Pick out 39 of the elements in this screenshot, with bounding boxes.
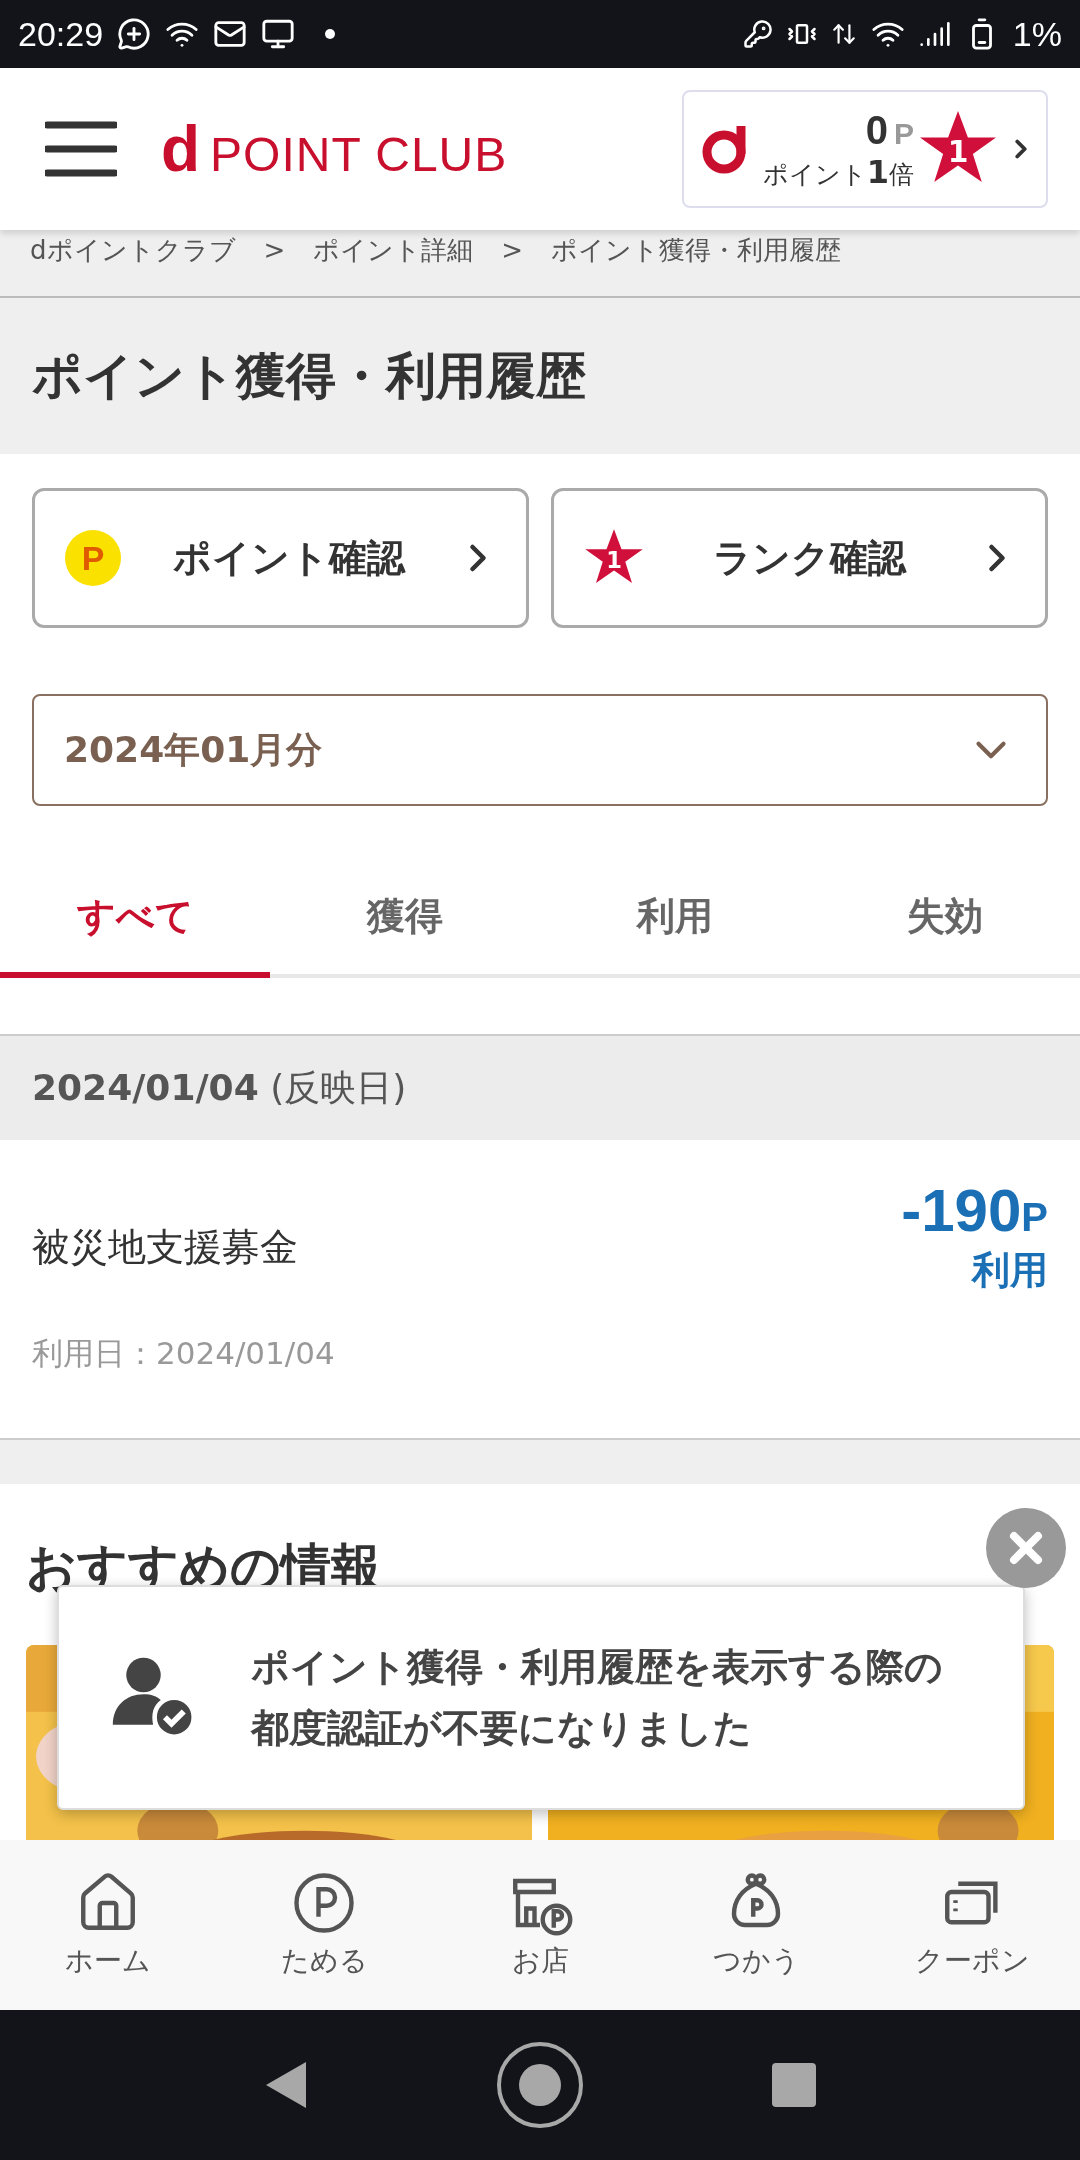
- breadcrumb-separator: >: [263, 234, 286, 267]
- chat-icon: [117, 17, 152, 51]
- menu-icon[interactable]: [45, 121, 117, 177]
- filter-tab[interactable]: 失効: [810, 860, 1080, 978]
- entry-title: 被災地支援募金: [32, 1224, 299, 1271]
- point-check-button[interactable]: P ポイント確認: [32, 488, 529, 628]
- nav-item[interactable]: クーポン: [864, 1840, 1080, 2010]
- breadcrumb-link[interactable]: ポイント獲得・利用履歴: [551, 230, 842, 270]
- status-time: 20:29: [18, 14, 104, 54]
- filter-tab[interactable]: 利用: [540, 860, 810, 978]
- use-date: 利用日：2024/01/04: [32, 1334, 336, 1373]
- data-arrows-icon: [830, 21, 857, 47]
- point-amount: -190P: [901, 1176, 1048, 1245]
- key-icon: [742, 19, 773, 49]
- logo[interactable]: d POINT CLUB: [161, 116, 508, 182]
- nav-item[interactable]: つかう: [648, 1840, 864, 2010]
- back-icon[interactable]: [264, 2060, 308, 2110]
- nav-item[interactable]: お店: [432, 1840, 648, 2010]
- filter-tab[interactable]: 獲得: [270, 860, 540, 978]
- home-button-icon[interactable]: [496, 2041, 584, 2129]
- rank-check-button[interactable]: 1 ランク確認: [551, 488, 1048, 628]
- breadcrumb-separator: >: [501, 234, 524, 267]
- breadcrumb-link[interactable]: dポイントクラブ: [30, 230, 236, 270]
- month-dropdown[interactable]: 2024年01月分: [32, 694, 1048, 806]
- breadcrumb-link[interactable]: ポイント詳細: [313, 230, 474, 270]
- battery-level: 1%: [1012, 14, 1062, 54]
- nav-item[interactable]: ホーム: [0, 1840, 216, 2010]
- page-title: ポイント獲得・利用履歴: [32, 345, 586, 407]
- notice-message: ポイント獲得・利用履歴を表示する際の都度認証が不要になりました: [251, 1643, 944, 1752]
- nav-item[interactable]: ためる: [216, 1840, 432, 2010]
- coin-icon: P: [65, 530, 121, 586]
- coin-icon: [291, 1870, 357, 1936]
- filter-tab[interactable]: すべて: [0, 860, 270, 978]
- monitor-icon: [261, 17, 296, 51]
- points-unit: P: [894, 116, 914, 151]
- reflect-date: 2024/01/04 (反映日): [32, 1065, 407, 1110]
- dot-icon: [325, 29, 336, 39]
- entry-type: 利用: [972, 1247, 1048, 1294]
- points-value: 0: [865, 107, 888, 153]
